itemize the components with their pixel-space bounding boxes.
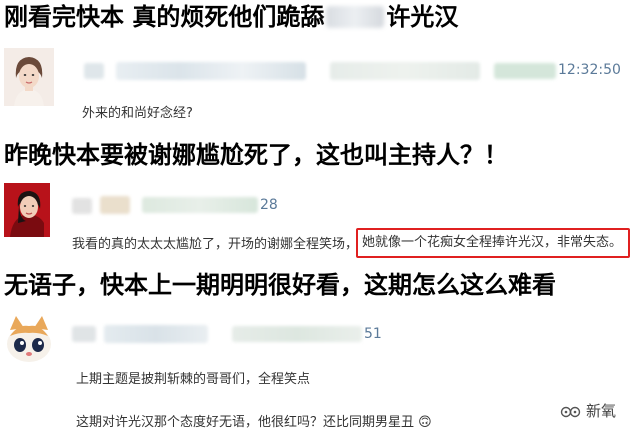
username-redacted: [104, 325, 208, 343]
avatar[interactable]: [4, 314, 54, 364]
username-redacted: [116, 62, 306, 80]
avatar[interactable]: [4, 183, 50, 237]
headline-3: 无语子，快本上一期明明很好看，这期怎么这么难看: [4, 271, 556, 299]
headline-1-redacted: [326, 6, 385, 28]
highlighted-comment-text: 她就像一个花痴女全程捧许光汉，非常失态。: [362, 235, 623, 250]
meta-redacted: [330, 62, 480, 80]
headline-2: 昨晚快本要被谢娜尴尬死了，这也叫主持人？！: [4, 141, 508, 169]
meta-redacted: [232, 326, 362, 342]
comment-count: 51: [364, 326, 382, 342]
comment-text: 这期对许光汉那个态度好无语，他很红吗？还比同期男星丑 🙃: [76, 414, 432, 432]
comment-text-line: 这期对许光汉那个态度好无语，他很红吗？还比同期男星丑: [76, 415, 415, 430]
comment-count: 28: [260, 197, 278, 213]
meta-redacted: [142, 197, 258, 213]
username-redacted: [72, 326, 96, 342]
username-redacted: [100, 196, 130, 214]
meta-redacted: [494, 63, 556, 79]
comment-text: 外来的和尚好念经?: [82, 106, 193, 121]
username-redacted: [84, 63, 104, 79]
comment-text: 上期主题是披荆斩棘的哥哥们，全程笑点: [76, 372, 311, 387]
comment-timestamp: 12:32:50: [558, 62, 621, 78]
person-avatar-icon: [4, 183, 50, 237]
watermark: 新氧: [560, 400, 616, 421]
cat-avatar-icon: [4, 314, 54, 364]
comment-text: 我看的真的太太太尴尬了，开场的谢娜全程笑场，: [72, 237, 359, 252]
headline-1: 刚看完快本 真的烦死他们跪舔 许光汉: [4, 2, 458, 32]
upside-down-face-icon: 🙃: [418, 415, 432, 430]
headline-1-tail: 许光汉: [386, 3, 459, 31]
watermark-label: 新氧: [586, 402, 617, 420]
avatar[interactable]: [4, 48, 54, 106]
headline-1-text: 刚看完快本 真的烦死他们跪舔: [4, 3, 325, 31]
woman-avatar-icon: [4, 48, 54, 106]
logo-icon: [560, 406, 581, 417]
username-redacted: [72, 198, 92, 214]
